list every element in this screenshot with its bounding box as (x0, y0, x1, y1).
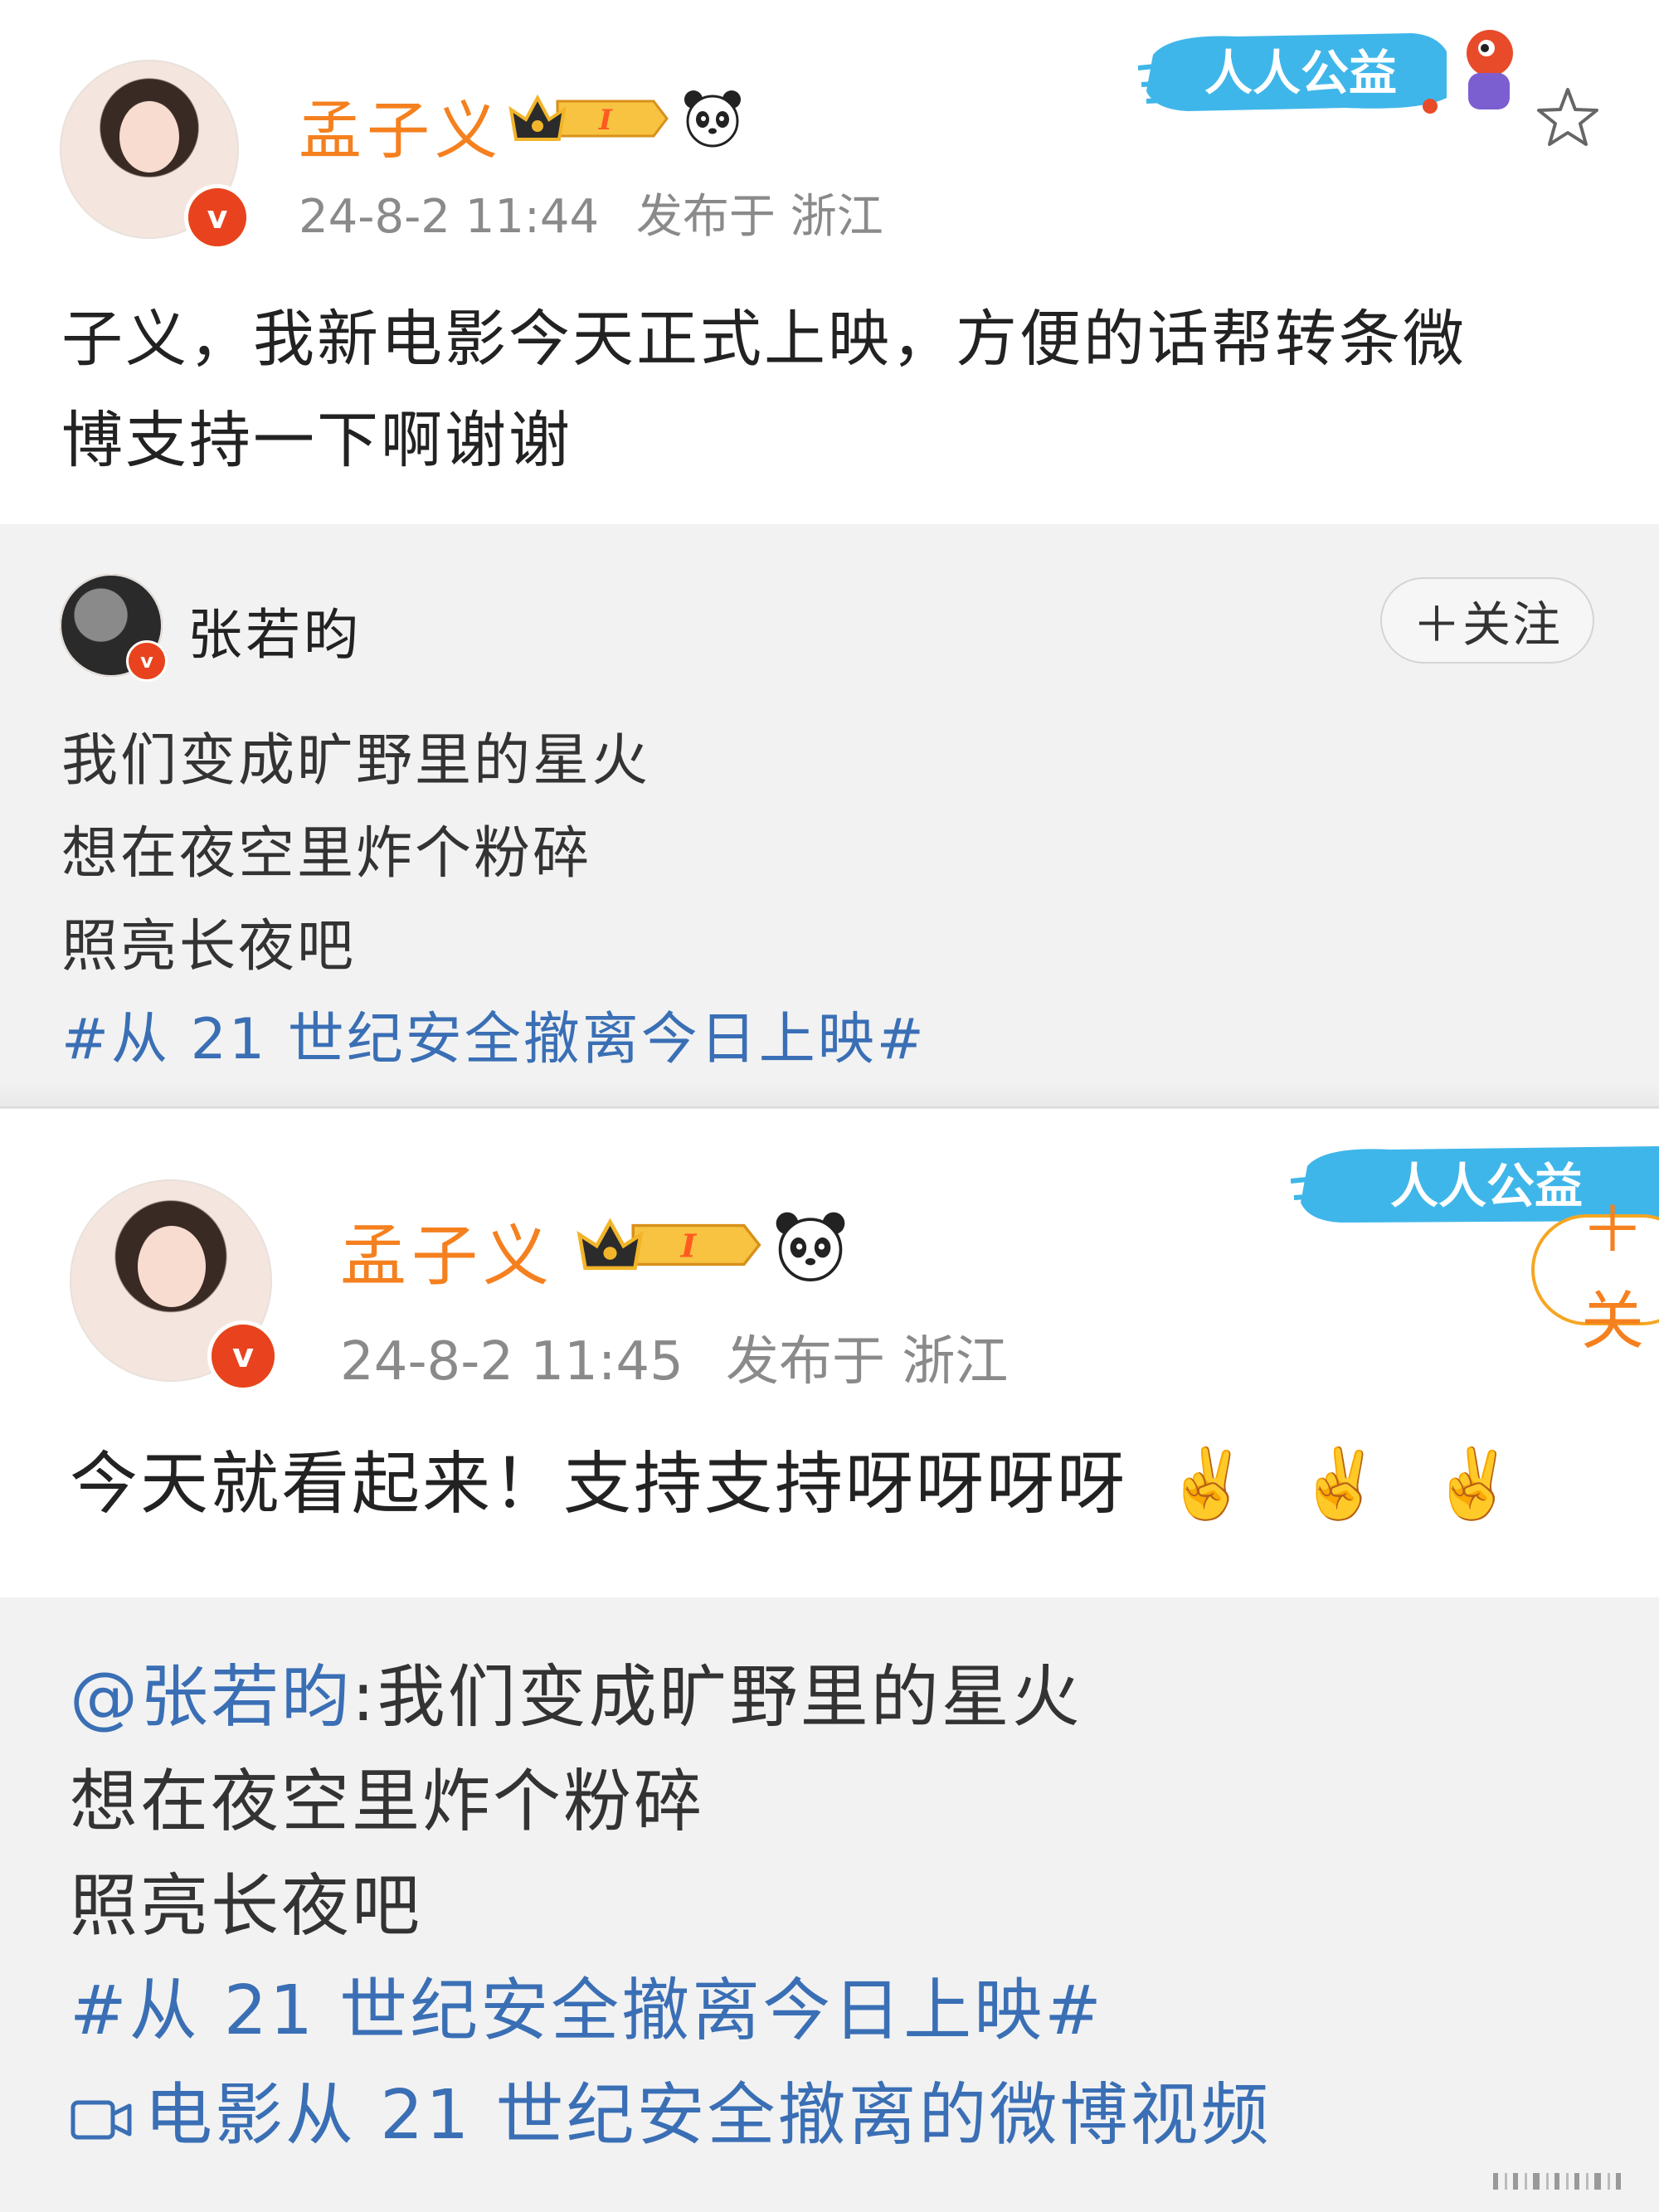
post-timestamp: 24-8-2 11:45 (340, 1331, 684, 1393)
charity-banner[interactable]: 人人公益 (1138, 18, 1536, 126)
repost-body: 我们变成旷野里的星火 想在夜空里炸个粉碎 照亮长夜吧 #从 21 世纪安全撤离今… (61, 715, 927, 1087)
post-timestamp: 24-8-2 11:44 (299, 190, 600, 244)
verified-v-icon: v (126, 640, 168, 682)
crown-level-icon: I (577, 1218, 761, 1271)
avatar-face (119, 101, 179, 173)
post-author-name[interactable]: 孟子义 (340, 1203, 554, 1299)
image-watermark (1493, 2173, 1621, 2190)
repost-line: @张若昀:我们变成旷野里的星火 (70, 1646, 1271, 1750)
verified-v-icon: v (207, 1320, 279, 1392)
panda-icon (684, 90, 741, 148)
repost-line-text: :我们变成旷野里的星火 (352, 1658, 1082, 1737)
charity-banner-label: 人人公益 (1204, 45, 1397, 101)
level-label: I (598, 104, 613, 137)
cropped-edge (0, 1082, 1659, 1109)
post-body-text: 今天就看起来！支持支持呀呀呀呀 (70, 1445, 1128, 1524)
victory-hand-emoji: ✌️ (1430, 1445, 1518, 1524)
level-label: I (680, 1228, 698, 1265)
repost-body: @张若昀:我们变成旷野里的星火 想在夜空里炸个粉碎 照亮长夜吧 #从 21 世纪… (70, 1646, 1271, 2168)
video-camera-icon (71, 2100, 132, 2140)
post-author-name[interactable]: 孟子义 (299, 80, 503, 171)
post-meta: 24-8-2 11:45 发布于 浙江 (340, 1319, 1008, 1395)
hashtag-link[interactable]: #从 21 世纪安全撤离今日上映# (70, 1959, 1271, 2064)
mention-link[interactable]: @张若昀 (70, 1658, 352, 1737)
repost-line: 我们变成旷野里的星火 (61, 728, 651, 794)
video-link[interactable]: 电影从 21 世纪安全撤离的微博视频 (70, 2064, 1271, 2168)
follow-button[interactable]: ＋关 (1531, 1193, 1659, 1358)
panda-icon (776, 1212, 845, 1281)
repost-line: 想在夜空里炸个粉碎 (70, 1762, 705, 1841)
victory-hand-emoji: ✌️ (1297, 1445, 1385, 1524)
post-body-line: 子义，我新电影今天正式上映，方便的话帮转条微 (61, 304, 1467, 375)
post-location: 发布于 浙江 (726, 1331, 1009, 1393)
post-meta: 24-8-2 11:44 发布于 浙江 (299, 179, 883, 246)
verified-v-icon: v (184, 184, 251, 250)
post-body: 今天就看起来！支持支持呀呀呀呀 ✌️ ✌️ ✌️ (70, 1443, 1518, 1526)
victory-hand-emoji: ✌️ (1165, 1445, 1253, 1524)
post-location: 发布于 浙江 (635, 190, 883, 244)
avatar-face (138, 1226, 206, 1307)
repost-author-name[interactable]: 张若昀 (187, 591, 362, 670)
follow-button[interactable]: ＋关注 (1380, 577, 1594, 664)
post-body-line: 博支持一下啊谢谢 (61, 405, 572, 476)
screenshot-divider (0, 1106, 1659, 1108)
hashtag-link[interactable]: #从 21 世纪安全撤离今日上映# (61, 994, 927, 1087)
star-outline-icon[interactable] (1533, 83, 1603, 153)
crown-level-icon: I (508, 94, 669, 141)
repost-line: 想在夜空里炸个粉碎 (61, 821, 592, 887)
video-link-label: 电影从 21 世纪安全撤离的微博视频 (144, 2076, 1272, 2155)
post-body: 子义，我新电影今天正式上映，方便的话帮转条微 博支持一下啊谢谢 (61, 289, 1467, 491)
repost-line: 照亮长夜吧 (61, 914, 357, 980)
charity-banner-label: 人人公益 (1390, 1158, 1583, 1214)
repost-line: 照亮长夜吧 (70, 1867, 423, 1946)
